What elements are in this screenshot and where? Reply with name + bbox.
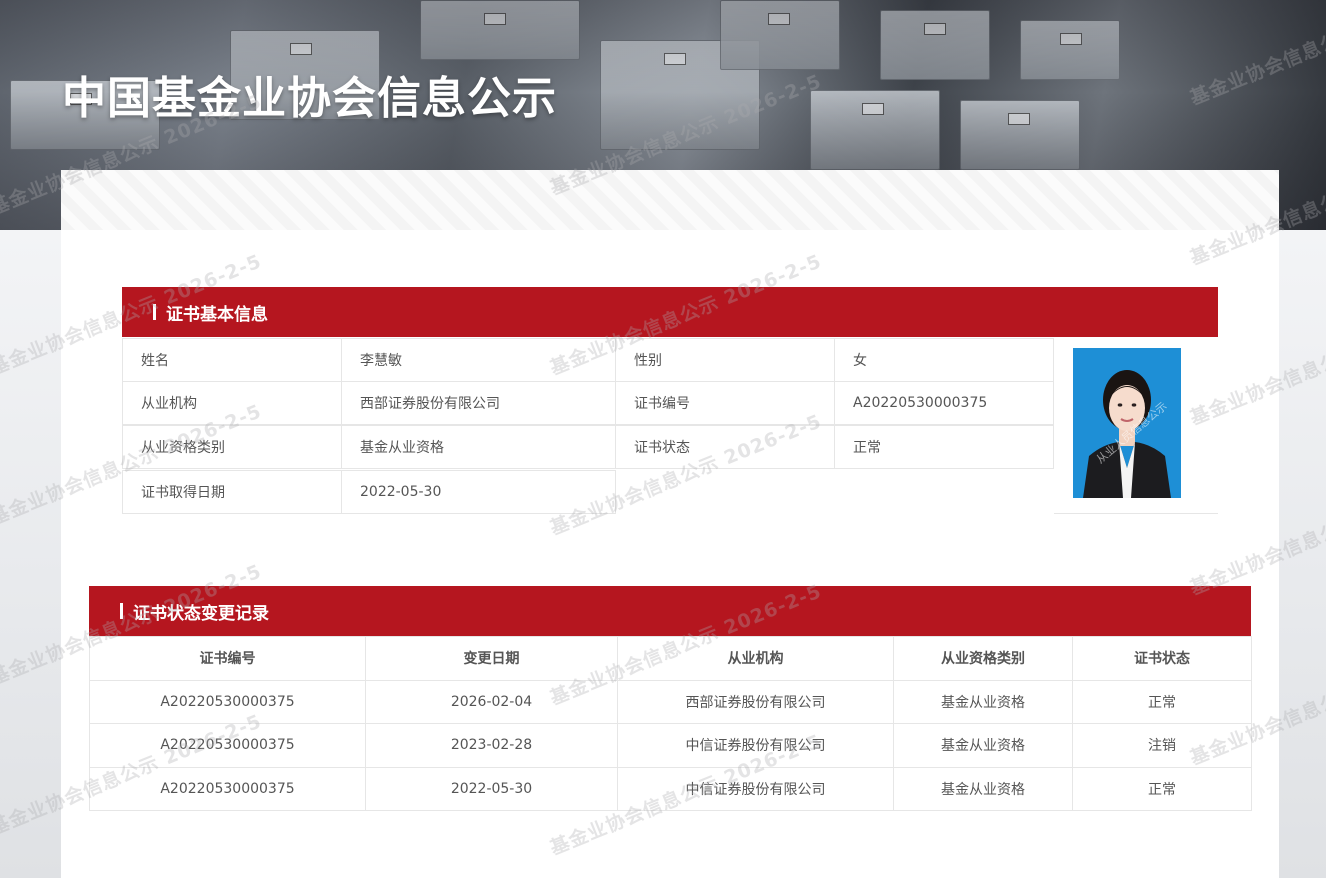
label-cert-status: 证书状态 [615,425,835,469]
cell-cert-number: A20220530000375 [89,679,366,724]
column-header: 证书状态 [1072,636,1252,681]
change-records-table: 证书编号 变更日期 从业机构 从业资格类别 证书状态 A202205300003… [89,636,1252,811]
label-name: 姓名 [122,338,342,382]
cell-qualification: 基金从业资格 [893,766,1073,811]
cell-institution: 西部证券股份有限公司 [617,679,894,724]
value-cert-date: 2022-05-30 [341,470,616,514]
cell-status: 正常 [1072,766,1252,811]
cell-change-date: 2026-02-04 [365,679,618,724]
cell-status: 正常 [1072,679,1252,724]
cell-institution: 中信证券股份有限公司 [617,766,894,811]
table-row: A20220530000375 2022-05-30 中信证券股份有限公司 基金… [89,766,1252,811]
portrait-photo: 从业人员信息公示 [1073,348,1181,498]
section-header-change-records: 证书状态变更记录 [89,586,1251,636]
cell-qualification: 基金从业资格 [893,679,1073,724]
section-header-basic-info: 证书基本信息 [122,287,1218,337]
column-header: 变更日期 [365,636,618,681]
page-title: 中国基金业协会信息公示 [62,73,557,124]
cell-cert-number: A20220530000375 [89,766,366,811]
label-qualification: 从业资格类别 [122,425,342,469]
value-cert-status: 正常 [834,425,1054,469]
section-marker [153,304,156,320]
value-cert-number: A20220530000375 [834,381,1054,425]
value-name: 李慧敏 [341,338,616,382]
cell-change-date: 2023-02-28 [365,723,618,768]
cell-qualification: 基金从业资格 [893,723,1073,768]
cell-cert-number: A20220530000375 [89,723,366,768]
value-institution: 西部证券股份有限公司 [341,381,616,425]
table-row: A20220530000375 2023-02-28 中信证券股份有限公司 基金… [89,723,1252,768]
cell-change-date: 2022-05-30 [365,766,618,811]
label-institution: 从业机构 [122,381,342,425]
column-header: 从业资格类别 [893,636,1073,681]
value-gender: 女 [834,338,1054,382]
label-cert-number: 证书编号 [615,381,835,425]
label-gender: 性别 [615,338,835,382]
column-header: 从业机构 [617,636,894,681]
label-cert-date: 证书取得日期 [122,470,342,514]
photo-container: 从业人员信息公示 [1054,338,1218,514]
section-title: 证书状态变更记录 [133,603,269,624]
column-header: 证书编号 [89,636,366,681]
value-qualification: 基金从业资格 [341,425,616,469]
section-title: 证书基本信息 [166,304,268,325]
cell-institution: 中信证券股份有限公司 [617,723,894,768]
cell-status: 注销 [1072,723,1252,768]
table-row: A20220530000375 2026-02-04 西部证券股份有限公司 基金… [89,679,1252,724]
section-marker [120,603,123,619]
table-header-row: 证书编号 变更日期 从业机构 从业资格类别 证书状态 [89,636,1252,681]
